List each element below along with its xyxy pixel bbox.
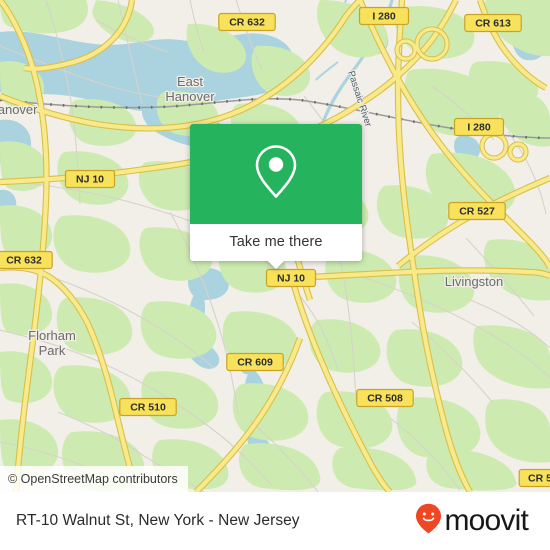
moovit-wordmark: moovit — [444, 504, 528, 537]
road-shield: CR 508 — [356, 388, 414, 408]
road-shield-label: NJ 10 — [277, 272, 305, 284]
place-label-hanover: hanover — [0, 102, 38, 117]
road-shield: CR 609 — [226, 352, 284, 372]
place-label-florham-park-line1: Florham — [28, 328, 76, 343]
road-shield-label: CR 632 — [6, 254, 42, 266]
road-shield-label: CR 613 — [475, 17, 511, 29]
attribution-text: © OpenStreetMap contributors — [8, 472, 178, 486]
road-shield: I 280 — [453, 117, 505, 137]
road-shield-label: CR 5 — [528, 472, 550, 484]
road-shield-label: CR 527 — [459, 205, 495, 217]
take-me-there-button[interactable]: Take me there — [190, 224, 362, 269]
road-shield-label: CR 508 — [367, 392, 403, 404]
road-shield-label: NJ 10 — [76, 173, 104, 185]
popup-tail — [267, 260, 285, 269]
location-title: RT-10 Walnut St, New York - New Jersey — [16, 512, 300, 529]
road-shield: CR 613 — [464, 13, 522, 33]
popup-image — [190, 124, 362, 224]
road-shield-label: CR 609 — [237, 356, 273, 368]
road-shield: CR 510 — [119, 397, 177, 417]
road-shield: I 280 — [358, 6, 410, 26]
road-shield: CR 632 — [0, 250, 53, 270]
road-shield: CR 527 — [448, 201, 506, 221]
map-popup-callout[interactable]: Take me there — [190, 124, 362, 269]
place-label-livingston: Livingston — [445, 274, 504, 289]
moovit-pin-icon — [415, 503, 442, 539]
road-shield: NJ 10 — [265, 268, 317, 288]
place-label-florham-park-line2: Park — [39, 343, 66, 358]
road-shield: CR 5 — [518, 468, 550, 488]
place-label-east-hanover-line1: East — [177, 74, 203, 89]
moovit-logo[interactable]: moovit — [415, 503, 529, 539]
road-shield: NJ 10 — [64, 169, 116, 189]
place-label-east-hanover-line2: Hanover — [165, 89, 215, 104]
footer-bar: RT-10 Walnut St, New York - New Jersey m… — [0, 492, 550, 550]
road-shield: CR 632 — [218, 12, 276, 32]
road-shield-label: I 280 — [372, 10, 396, 22]
popup-button-label: Take me there — [229, 234, 323, 251]
location-pin-icon — [253, 144, 299, 205]
road-shield-label: I 280 — [467, 121, 491, 133]
road-shield-label: CR 510 — [130, 401, 166, 413]
map-screen: East Hanover hanover Florham Park Living… — [0, 0, 550, 550]
road-shield-label: CR 632 — [229, 16, 265, 28]
map-attribution: © OpenStreetMap contributors — [0, 466, 188, 492]
